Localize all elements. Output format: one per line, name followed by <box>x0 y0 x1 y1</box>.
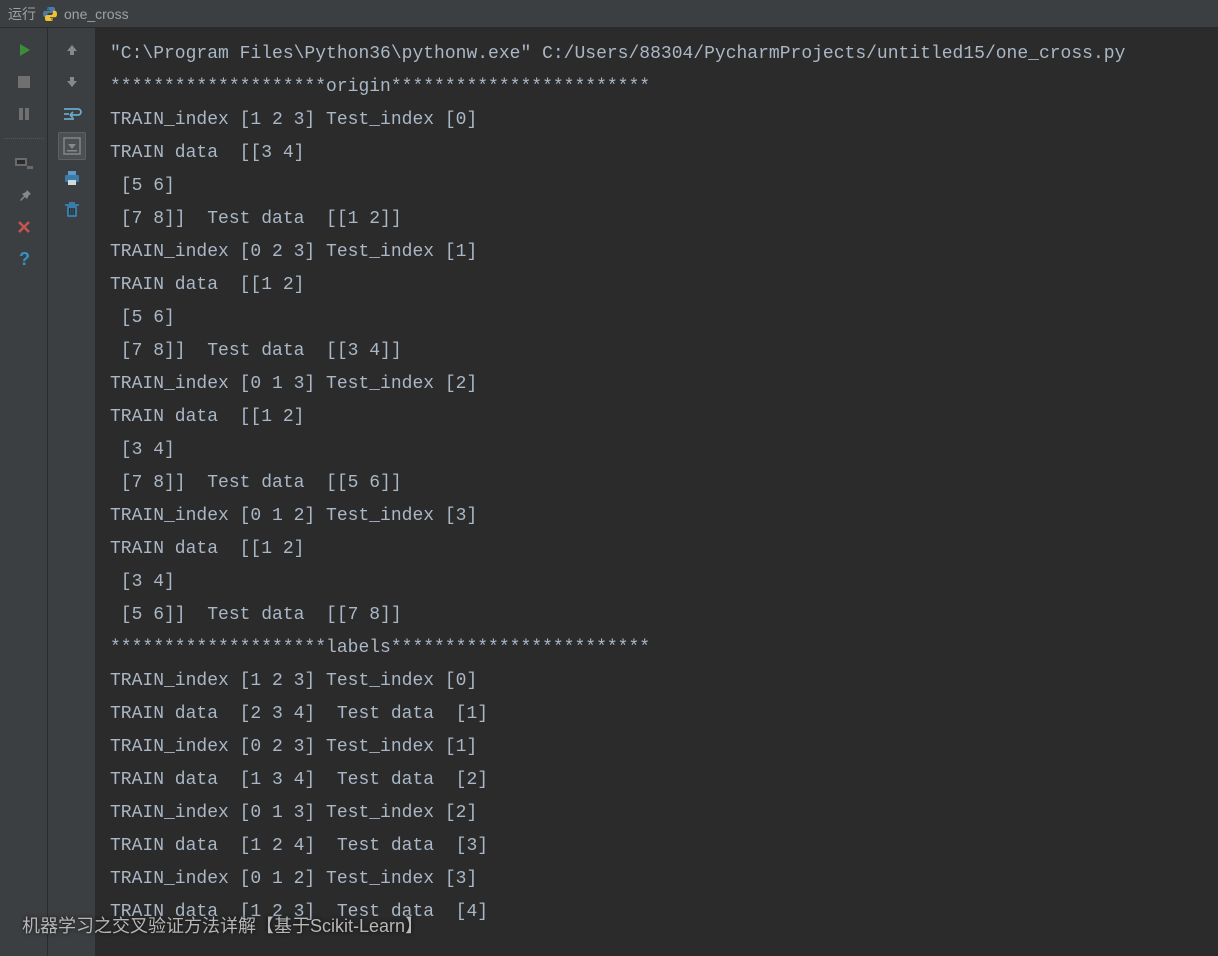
watermark-text: 机器学习之交叉验证方法详解【基于Scikit-Learn】 <box>22 912 423 938</box>
run-label: 运行 <box>8 4 36 24</box>
scroll-to-end-button[interactable] <box>58 132 86 160</box>
dump-threads-button[interactable] <box>10 149 38 177</box>
console-output[interactable]: "C:\Program Files\Python36\pythonw.exe" … <box>96 28 1218 956</box>
rerun-button[interactable] <box>10 36 38 64</box>
run-panel-header: 运行 one_cross <box>0 0 1218 28</box>
left-gutter-1: ? <box>0 28 48 956</box>
help-button[interactable]: ? <box>10 245 38 273</box>
up-arrow-button[interactable] <box>58 36 86 64</box>
clear-all-button[interactable] <box>58 196 86 224</box>
stop-button[interactable] <box>10 68 38 96</box>
svg-text:?: ? <box>19 249 30 269</box>
close-button[interactable] <box>10 213 38 241</box>
python-icon <box>42 6 58 22</box>
soft-wrap-button[interactable] <box>58 100 86 128</box>
print-button[interactable] <box>58 164 86 192</box>
pin-button[interactable] <box>10 181 38 209</box>
down-arrow-button[interactable] <box>58 68 86 96</box>
main-area: ? "C:\Program Files\Python36\pythonw.exe… <box>0 28 1218 956</box>
pause-button[interactable] <box>10 100 38 128</box>
left-gutter-2 <box>48 28 96 956</box>
script-name: one_cross <box>64 6 129 22</box>
separator <box>4 138 44 139</box>
